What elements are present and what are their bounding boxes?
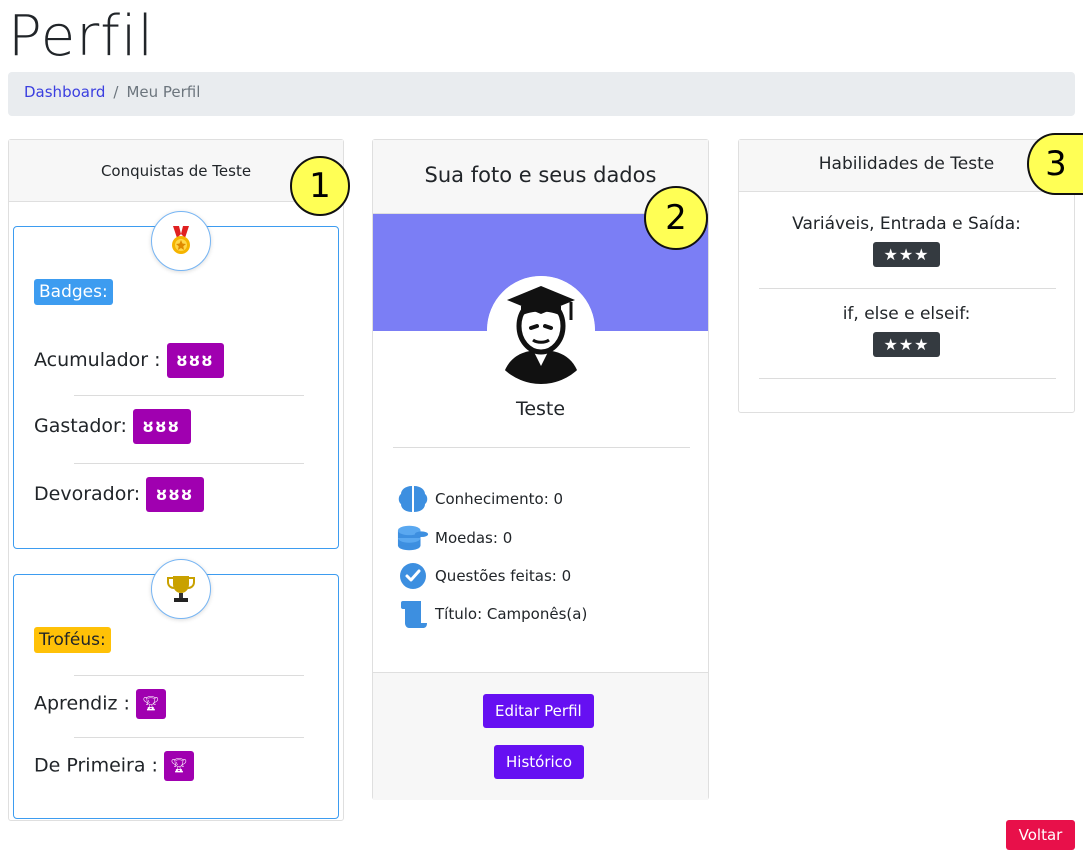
divider [393, 447, 690, 448]
skills-header: Habilidades de Teste [739, 140, 1074, 192]
annotation-marker-3: 3 [1027, 133, 1083, 195]
user-name: Teste [515, 398, 566, 420]
stat-questions: Questões feitas: 0 [397, 560, 571, 592]
stars-badge: ★★★ [873, 332, 940, 357]
avatar [487, 276, 595, 384]
breadcrumb: Dashboard / Meu Perfil [8, 72, 1075, 116]
trophy-badge-icon: 🏆︎ [163, 751, 194, 781]
badges-box: Badges: Acumulador : ȣȣȣ Gastador: ȣȣȣ Dev… [13, 211, 339, 549]
page-title: Perfil [8, 4, 155, 69]
skills-card: Habilidades de Teste Variáveis, Entrada … [738, 139, 1075, 413]
badge-label: Devorador: [34, 483, 141, 505]
breadcrumb-dashboard-link[interactable]: Dashboard [24, 83, 105, 101]
edit-profile-button[interactable]: Editar Perfil [483, 694, 594, 728]
badge-row-acumulador: Acumulador : ȣȣȣ [34, 343, 225, 378]
divider [74, 463, 304, 464]
questions-text: Questões feitas: 0 [435, 567, 572, 585]
annotation-marker-2: 2 [644, 186, 708, 250]
divider [74, 395, 304, 396]
medal-badge: ȣȣȣ [146, 477, 204, 512]
trophy-row-aprendiz: Aprendiz : 🏆︎ [34, 689, 166, 719]
achievements-card: Conquistas de Teste Badges: Acumulador :… [8, 139, 344, 821]
trophy-badge-icon: 🏆︎ [135, 689, 166, 719]
skill-item: Variáveis, Entrada e Saída: ★★★ [739, 214, 1074, 267]
badge-row-gastador: Gastador: ȣȣȣ [34, 409, 191, 444]
stat-coins: Moedas: 0 [397, 522, 512, 554]
stars-badge: ★★★ [873, 242, 940, 267]
trophy-icon [151, 559, 211, 619]
skill-item: if, else e elseif: ★★★ [739, 304, 1074, 357]
trophies-tag: Troféus: [34, 627, 111, 653]
skill-name: Variáveis, Entrada e Saída: [792, 214, 1021, 234]
brain-icon [397, 483, 429, 515]
coins-text: Moedas: 0 [435, 529, 513, 547]
medal-badge: ȣȣȣ [132, 409, 191, 444]
breadcrumb-current: Meu Perfil [126, 83, 201, 101]
medal-icon [151, 211, 211, 271]
trophy-row-de-primeira: De Primeira : 🏆︎ [34, 751, 194, 781]
stat-knowledge: Conhecimento: 0 [397, 483, 563, 515]
divider [759, 288, 1056, 289]
coins-icon [397, 522, 429, 554]
badge-label: Gastador: [34, 415, 127, 437]
medal-badge: ȣȣȣ [166, 343, 225, 378]
divider [74, 737, 304, 738]
profile-footer: Editar Perfil Histórico [373, 672, 708, 800]
badge-row-devorador: Devorador: ȣȣȣ [34, 477, 204, 512]
annotation-marker-1: 1 [290, 156, 350, 216]
breadcrumb-separator: / [113, 83, 119, 101]
trophy-label: Aprendiz : [34, 692, 130, 715]
skill-name: if, else e elseif: [842, 304, 971, 324]
stat-title: Título: Camponês(a) [397, 598, 587, 630]
divider [759, 378, 1056, 379]
title-text: Título: Camponês(a) [435, 605, 588, 623]
badges-tag: Badges: [34, 279, 113, 305]
back-button[interactable]: Voltar [1006, 820, 1075, 850]
check-circle-icon [397, 560, 429, 592]
knowledge-text: Conhecimento: 0 [435, 490, 564, 508]
badge-label: Acumulador : [34, 349, 161, 371]
divider [74, 675, 304, 676]
trophy-label: De Primeira : [34, 754, 158, 777]
history-button[interactable]: Histórico [494, 745, 585, 779]
scroll-icon [397, 598, 429, 630]
trophies-box: Troféus: Aprendiz : 🏆︎ De Primeira : 🏆︎ [13, 559, 339, 819]
